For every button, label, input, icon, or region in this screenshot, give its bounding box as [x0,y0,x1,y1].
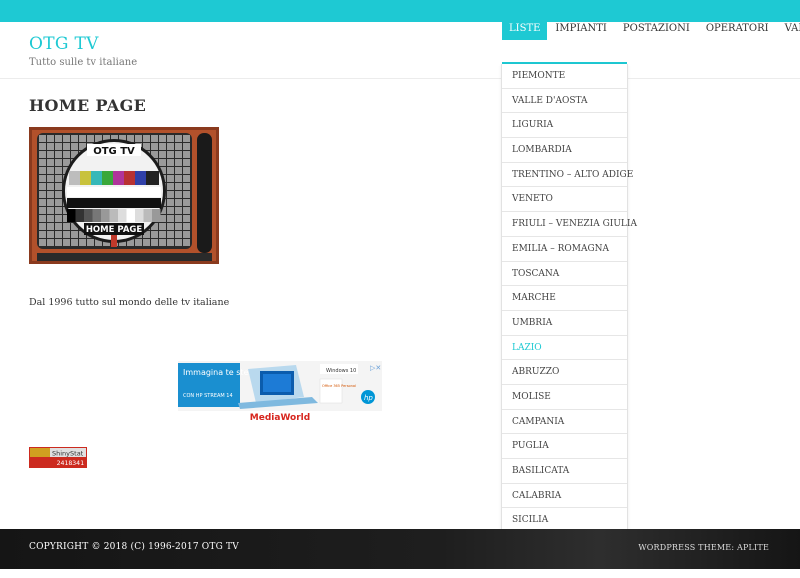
dropdown-item-veneto[interactable]: VENETO [502,187,627,213]
nav-item-varie[interactable]: VARIE [777,17,800,40]
tv-logo-text: OTG TV [93,146,135,157]
ad-subline: CON HP STREAM 14 [183,393,233,399]
shinystat-counter[interactable]: ShinyStat 2418341 [29,447,87,468]
intro-text: Dal 1996 tutto sul mondo delle tv italia… [29,297,230,308]
dropdown-item-trentino-alto-adige[interactable]: TRENTINO – ALTO ADIGE [502,163,633,188]
dropdown-item-umbria[interactable]: UMBRIA [502,311,627,336]
main-nav: LISTEIMPIANTIPOSTAZIONIOPERATORIVARIE [502,17,800,40]
svg-text:▷✕: ▷✕ [370,364,381,372]
counter-label: ShinyStat [52,450,84,458]
footer-theme-credit[interactable]: WORDPRESS THEME: APLITE [638,543,769,552]
dropdown-item-valle-d-aosta[interactable]: VALLE D'AOSTA [502,89,627,114]
nav-item-liste[interactable]: LISTE [502,17,548,40]
dropdown-item-molise[interactable]: MOLISE [502,385,627,410]
dropdown-item-abruzzo[interactable]: ABRUZZO [502,360,627,385]
nav-item-operatori[interactable]: OPERATORI [698,17,777,40]
ad-os-label: Windows 10 [326,368,356,374]
ad-banner[interactable]: Immagina te stesso CON HP STREAM 14 Wind… [178,361,382,423]
dropdown-item-toscana[interactable]: TOSCANA [502,262,627,287]
bottom-strip [0,569,800,578]
dropdown-item-basilicata[interactable]: BASILICATA [502,459,627,484]
liste-dropdown-menu: PIEMONTE VALLE D'AOSTA LIGURIA LOMBARDIA TRE… [501,64,637,578]
dropdown-item-campania[interactable]: CAMPANIA [502,410,627,435]
dropdown-item-puglia[interactable]: PUGLIA [502,434,627,459]
page-title: HOME PAGE [29,96,147,115]
dropdown-item-friuli-venezia-giulia[interactable]: FRIULI – VENEZIA GIULIA [502,212,637,237]
svg-text:hp: hp [364,394,373,402]
tv-caption-text: HOME PAGE [86,225,143,235]
footer-copyright: COPYRIGHT © 2018 (C) 1996-2017 OTG TV [29,542,239,552]
site-footer: COPYRIGHT © 2018 (C) 1996-2017 OTG TV WO… [0,529,800,569]
dropdown-item-lazio[interactable]: LAZIO [502,336,627,361]
site-title[interactable]: OTG TV [29,34,99,54]
counter-value: 2418341 [57,459,84,467]
dropdown-item-marche[interactable]: MARCHE [502,286,627,311]
ad-brand-text: MediaWorld [250,413,310,423]
site-tagline: Tutto sulle tv italiane [29,57,138,68]
nav-item-postazioni[interactable]: POSTAZIONI [615,17,698,40]
dropdown-item-piemonte[interactable]: PIEMONTE [502,64,627,89]
nav-item-impianti[interactable]: IMPIANTI [547,17,614,40]
dropdown-item-emilia-romagna[interactable]: EMILIA – ROMAGNA [502,237,627,262]
ad-office-label: Office 365 Personal [322,384,356,388]
dropdown-item-calabria[interactable]: CALABRIA [502,484,627,509]
dropdown-item-liguria[interactable]: LIGURIA [502,113,627,139]
dropdown-item-lombardia[interactable]: LOMBARDIA [502,138,627,163]
tv-test-card-image: OTG TV HOME PAGE [29,127,219,264]
